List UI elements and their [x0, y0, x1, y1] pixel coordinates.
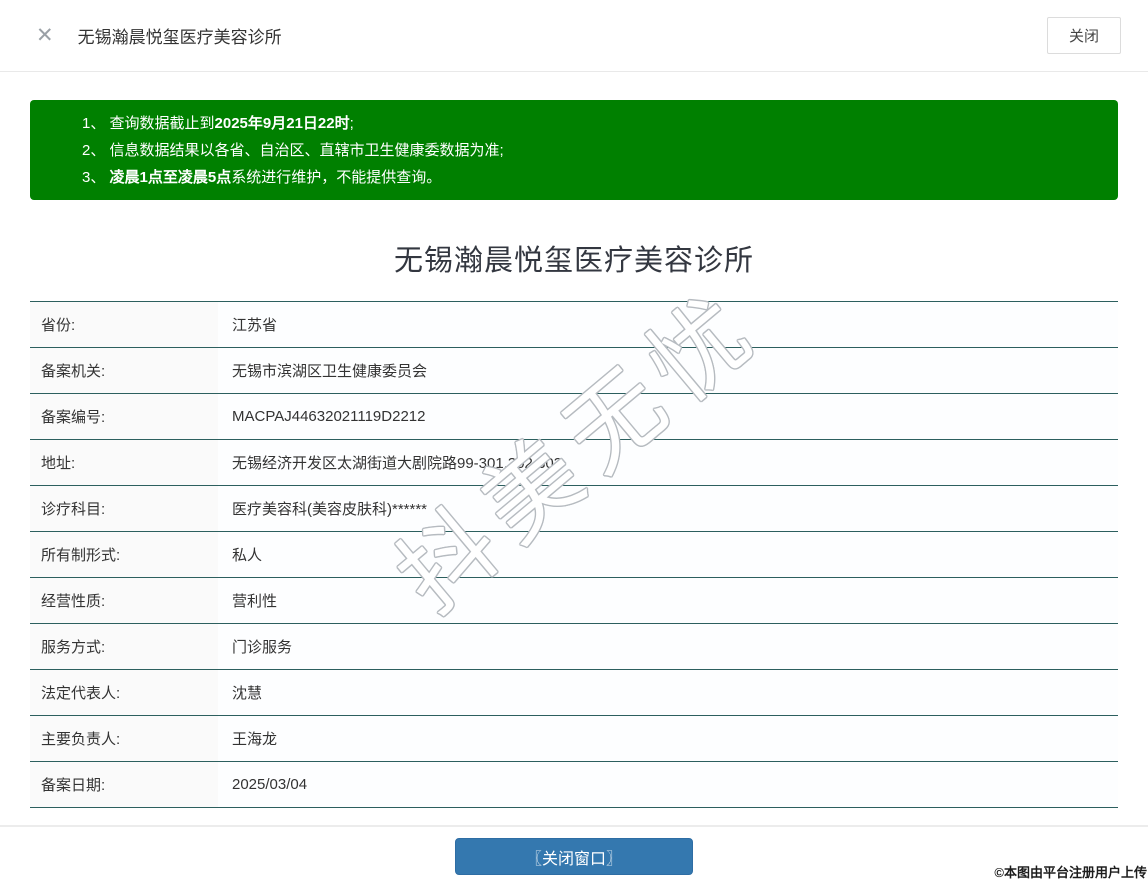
close-button[interactable]: 关闭	[1047, 17, 1121, 54]
table-row: 备案日期: 2025/03/04	[30, 762, 1118, 808]
row-label: 省份:	[30, 302, 218, 347]
row-value: 2025/03/04	[232, 776, 308, 793]
row-value: 门诊服务	[232, 639, 293, 656]
row-label: 诊疗科目:	[30, 486, 218, 531]
table-row: 省份: 江苏省	[30, 302, 1118, 348]
table-row: 经营性质: 营利性	[30, 578, 1118, 624]
notice-line: 2、 信息数据结果以各省、自治区、直辖市卫生健康委数据为准;	[82, 137, 1098, 164]
row-value: MACPAJ44632021119D2212	[232, 408, 426, 425]
notice-line: 1、 查询数据截止到2025年9月21日22时;	[82, 110, 1098, 137]
row-value: 无锡经济开发区太湖街道大剧院路99-301,302,303	[232, 455, 563, 472]
row-label: 所有制形式:	[30, 532, 218, 577]
row-label: 备案编号:	[30, 394, 218, 439]
content-area: 1、 查询数据截止到2025年9月21日22时; 2、 信息数据结果以各省、自治…	[0, 100, 1148, 808]
table-row: 服务方式: 门诊服务	[30, 624, 1118, 670]
row-value: 沈慧	[232, 685, 263, 702]
footer-divider	[0, 825, 1148, 827]
notice-bold-text: 凌晨1点至凌晨5点	[109, 169, 232, 186]
table-row: 备案机关: 无锡市滨湖区卫生健康委员会	[30, 348, 1118, 394]
row-label: 服务方式:	[30, 624, 218, 669]
notice-banner: 1、 查询数据截止到2025年9月21日22时; 2、 信息数据结果以各省、自治…	[30, 100, 1118, 200]
row-value: 江苏省	[232, 317, 278, 334]
row-value: 营利性	[232, 593, 278, 610]
footer: 〖关闭窗口〗	[0, 838, 1148, 875]
close-window-button[interactable]: 〖关闭窗口〗	[455, 838, 693, 875]
record-table: 省份: 江苏省 备案机关: 无锡市滨湖区卫生健康委员会 备案编号: MACPAJ…	[30, 301, 1118, 808]
notice-text: 3、	[82, 169, 110, 186]
notice-line: 3、 凌晨1点至凌晨5点系统进行维护，不能提供查询。	[82, 164, 1098, 191]
table-row: 地址: 无锡经济开发区太湖街道大剧院路99-301,302,303	[30, 440, 1118, 486]
row-value: 医疗美容科(美容皮肤科)******	[232, 501, 428, 518]
row-label: 备案机关:	[30, 348, 218, 393]
row-label: 经营性质:	[30, 578, 218, 623]
row-label: 主要负责人:	[30, 716, 218, 761]
row-label: 地址:	[30, 440, 218, 485]
notice-text: 1、 查询数据截止到	[82, 115, 215, 132]
table-row: 备案编号: MACPAJ44632021119D2212	[30, 394, 1118, 440]
row-value: 王海龙	[232, 731, 278, 748]
clinic-title: 无锡瀚晨悦玺医疗美容诊所	[393, 245, 754, 277]
notice-text: 2、 信息数据结果以各省、自治区、直辖市卫生健康委数据为准;	[82, 142, 504, 159]
table-row: 法定代表人: 沈慧	[30, 670, 1118, 716]
row-value: 私人	[232, 547, 263, 564]
notice-text: 系统进行维护，不能提供查询。	[231, 169, 442, 186]
page-title: 无锡瀚晨悦玺医疗美容诊所	[77, 28, 282, 47]
copyright-watermark: ©本图由平台注册用户上传	[994, 865, 1147, 880]
row-label: 法定代表人:	[30, 670, 218, 715]
row-value: 无锡市滨湖区卫生健康委员会	[232, 363, 428, 380]
table-row: 主要负责人: 王海龙	[30, 716, 1118, 762]
table-row: 诊疗科目: 医疗美容科(美容皮肤科)******	[30, 486, 1118, 532]
header-bar: ✕ 无锡瀚晨悦玺医疗美容诊所 关闭	[0, 0, 1148, 72]
close-icon[interactable]: ✕	[36, 25, 54, 46]
clinic-record-page: ✕ 无锡瀚晨悦玺医疗美容诊所 关闭 1、 查询数据截止到2025年9月21日22…	[0, 0, 1148, 883]
notice-bold-text: 2025年9月21日22时	[214, 115, 350, 132]
notice-text: ;	[349, 115, 354, 132]
row-label: 备案日期:	[30, 762, 218, 807]
table-row: 所有制形式: 私人	[30, 532, 1118, 578]
